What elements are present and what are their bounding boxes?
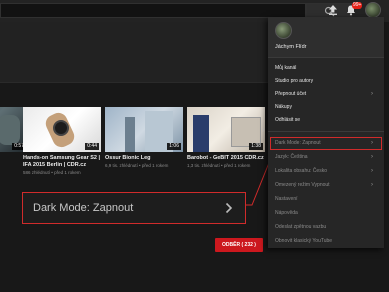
chevron-right-icon: › xyxy=(371,154,373,160)
menu-item-dark-mode[interactable]: Dark Mode: Zapnout xyxy=(275,140,321,147)
menu-item-creator-studio[interactable]: Studio pro autory xyxy=(275,78,313,85)
chevron-right-icon: › xyxy=(371,140,373,146)
video-thumbnail[interactable]: 0:44 xyxy=(23,107,101,152)
chevron-right-icon xyxy=(225,202,233,214)
dark-mode-callout: Dark Mode: Zapnout xyxy=(22,192,246,224)
video-meta: 6,9 tis. zhlédnutí • před 1 rokem xyxy=(105,163,169,168)
video-duration: 0:44 xyxy=(85,143,99,150)
divider xyxy=(0,82,270,83)
channel-header-area xyxy=(0,22,270,82)
divider xyxy=(268,131,384,132)
shelf-next-arrow-icon[interactable]: › xyxy=(262,125,265,134)
menu-item-purchases[interactable]: Nákupy xyxy=(275,104,292,111)
callout-label: Dark Mode: Zapnout xyxy=(33,202,134,214)
notification-badge: 99+ xyxy=(352,2,363,9)
menu-item-settings[interactable]: Nastavení xyxy=(275,196,298,203)
chevron-right-icon: › xyxy=(371,91,373,97)
menu-item-restricted-mode[interactable]: Omezený režim Vypnout xyxy=(275,182,330,189)
video-meta: 586 zhlédnutí • před 1 rokem xyxy=(23,170,81,175)
account-menu-header: Jáchym Flídr xyxy=(268,17,384,57)
menu-item-restore-classic[interactable]: Obnovit klasický YouTube xyxy=(275,238,332,245)
subscribe-button[interactable]: ODBĚR ( 232 ) xyxy=(215,238,263,252)
video-title[interactable]: Ossur Bionic Leg xyxy=(105,155,183,162)
chevron-right-icon: › xyxy=(371,168,373,174)
menu-item-send-feedback[interactable]: Odeslat zpětnou vazbu xyxy=(275,224,326,231)
menu-item-content-location[interactable]: Lokalita obsahu: Česko xyxy=(275,168,327,175)
account-menu: Jáchym Flídr Můj kanál Studio pro autory… xyxy=(268,17,384,248)
youtube-page: 99+ 0:57 0:44 Hands-on Samsung Gear S2 |… xyxy=(0,0,389,292)
video-thumbnail[interactable]: 1:38 xyxy=(187,107,265,152)
thumbnail-watch xyxy=(53,120,69,136)
menu-item-sign-out[interactable]: Odhlásit se xyxy=(275,117,300,124)
divider xyxy=(268,57,384,58)
video-card[interactable]: 1:06 Ossur Bionic Leg 6,9 tis. zhlédnutí… xyxy=(105,107,183,169)
thumbnail-person xyxy=(193,115,209,152)
avatar[interactable] xyxy=(275,22,292,39)
account-avatar-button[interactable] xyxy=(365,2,381,18)
menu-item-language[interactable]: Jazyk: Čeština xyxy=(275,154,308,161)
upload-icon[interactable] xyxy=(327,4,339,16)
account-user-name: Jáchym Flídr xyxy=(275,44,307,50)
chevron-right-icon: › xyxy=(371,182,373,188)
video-title[interactable]: Hands-on Samsung Gear S2 | IFA 2015 Berli… xyxy=(23,155,101,169)
video-duration: 1:06 xyxy=(167,143,181,150)
thumbnail-object xyxy=(0,115,20,145)
menu-item-switch-account[interactable]: Přepnout účet xyxy=(275,91,306,98)
video-thumbnail[interactable]: 1:06 xyxy=(105,107,183,152)
video-card[interactable]: 0:44 Hands-on Samsung Gear S2 | IFA 2015 … xyxy=(23,107,101,176)
search-input[interactable] xyxy=(0,3,306,18)
menu-item-help[interactable]: Nápověda xyxy=(275,210,298,217)
menu-item-my-channel[interactable]: Můj kanál xyxy=(275,65,296,72)
thumbnail-object xyxy=(125,117,135,152)
